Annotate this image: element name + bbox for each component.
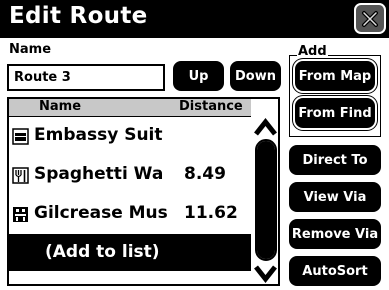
view-via-button[interactable]: View Via	[289, 182, 381, 212]
add-to-list-item[interactable]: (Add to list)	[9, 234, 251, 271]
window-title: Edit Route	[9, 3, 148, 29]
down-button[interactable]: Down	[230, 61, 281, 91]
list-scrollbar[interactable]	[253, 117, 278, 284]
attraction-icon	[13, 207, 28, 222]
route-name-input[interactable]	[7, 64, 165, 91]
waypoint-name: Embassy Suit	[34, 125, 163, 145]
list-item[interactable]: Embassy Suit	[9, 117, 251, 156]
route-list[interactable]: Name Distance Embassy Suit Spaghetti Wa …	[7, 97, 280, 286]
dining-icon	[12, 167, 29, 184]
scroll-up-button[interactable]	[253, 117, 278, 137]
remove-via-button[interactable]: Remove Via	[289, 219, 381, 249]
waypoint-name: Gilcrease Mus	[34, 203, 168, 223]
autosort-button[interactable]: AutoSort	[289, 256, 381, 286]
chevron-up-icon	[254, 117, 277, 136]
direct-to-button[interactable]: Direct To	[289, 145, 381, 175]
scroll-track[interactable]	[255, 139, 277, 261]
waypoint-distance: 8.49	[184, 164, 226, 184]
name-label: Name	[9, 42, 52, 57]
scroll-down-button[interactable]	[253, 264, 278, 284]
up-button[interactable]: Up	[173, 61, 224, 91]
waypoint-distance: 11.62	[184, 203, 238, 223]
close-x-icon	[362, 10, 378, 27]
column-header-name: Name	[39, 99, 82, 114]
title-bar: Edit Route	[0, 0, 389, 38]
column-header-distance: Distance	[179, 99, 243, 114]
add-to-list-label: (Add to list)	[45, 242, 160, 262]
list-header: Name Distance	[9, 99, 251, 117]
list-item[interactable]: Gilcrease Mus 11.62	[9, 195, 251, 234]
scroll-thumb[interactable]	[257, 141, 275, 259]
add-group-label: Add	[297, 44, 328, 59]
close-button[interactable]	[354, 3, 386, 34]
from-find-button[interactable]: From Find	[295, 98, 375, 128]
lodging-icon	[12, 128, 29, 145]
list-item[interactable]: Spaghetti Wa 8.49	[9, 156, 251, 195]
chevron-down-icon	[254, 265, 277, 284]
from-map-button[interactable]: From Map	[295, 61, 375, 91]
waypoint-name: Spaghetti Wa	[34, 164, 164, 184]
